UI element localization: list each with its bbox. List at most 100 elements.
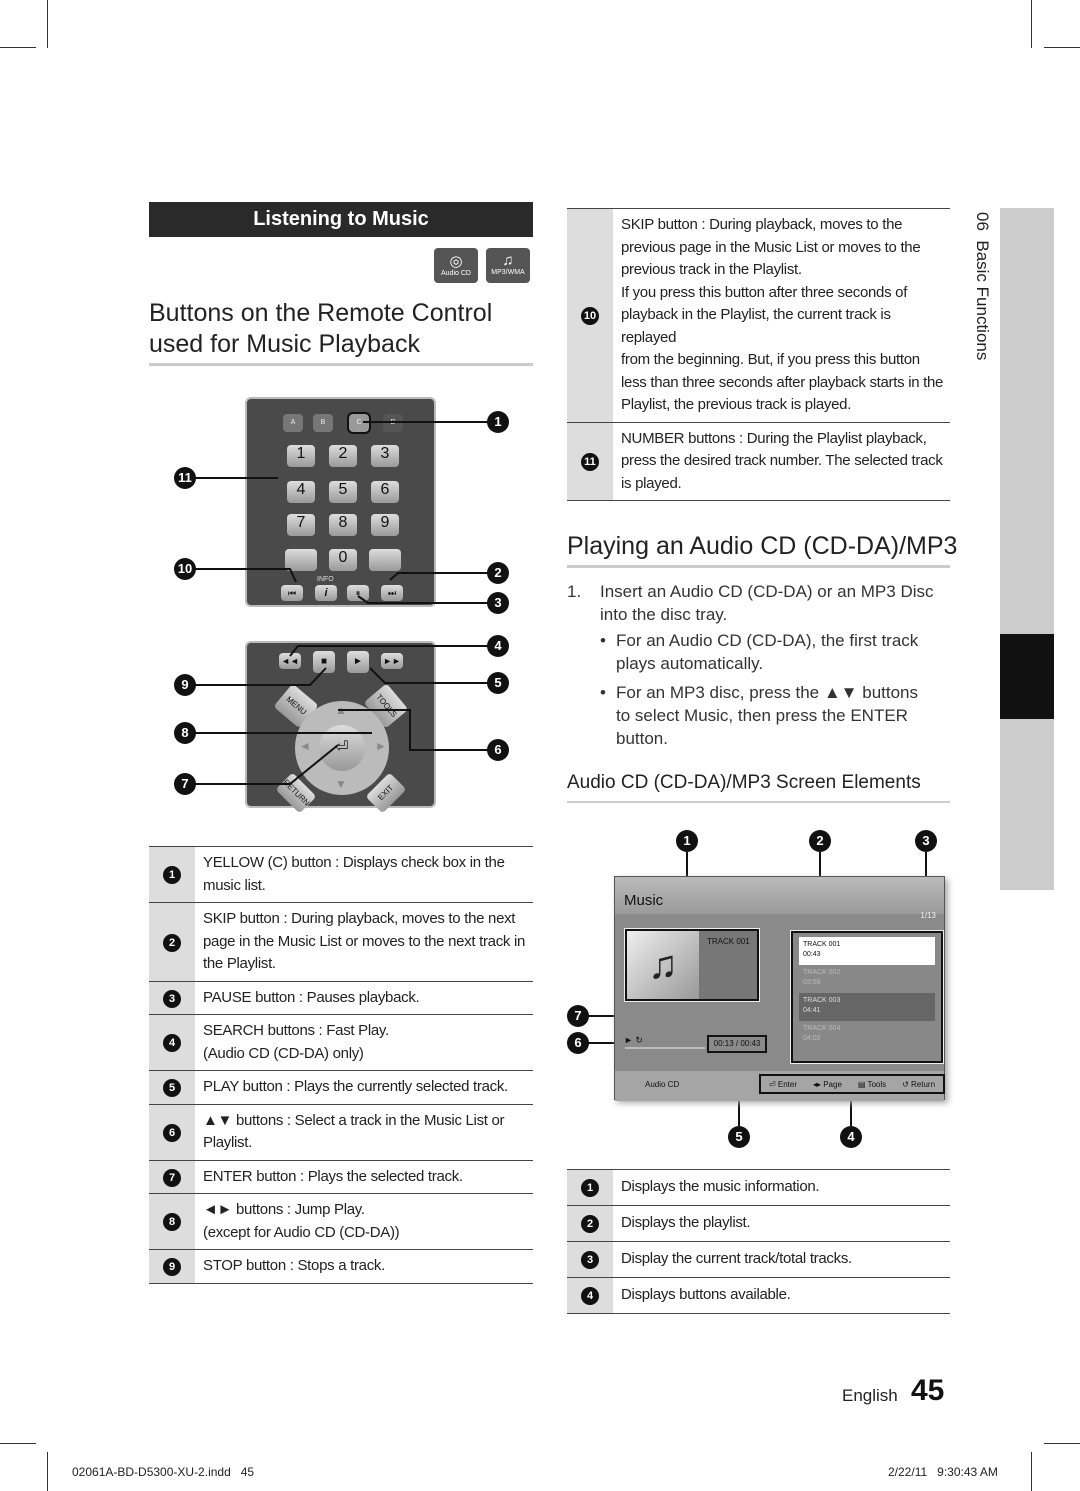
right-button-table: 10 SKIP button : During playback, moves t…: [567, 208, 950, 501]
row-number: 4: [581, 1287, 599, 1306]
callout-6: 6: [487, 739, 509, 761]
row-number: 2: [581, 1215, 599, 1234]
row-text: ▲▼ buttons : Select a track in the Music…: [203, 1111, 505, 1129]
row-number: 5: [163, 1079, 181, 1097]
callout-10: 10: [174, 558, 196, 580]
row-text: Displays the music information.: [621, 1178, 820, 1196]
callout-1: 1: [487, 411, 509, 433]
callout-8: 8: [174, 722, 196, 744]
row-text: music list.: [203, 876, 266, 894]
row-text: STOP button : Stops a track.: [203, 1257, 385, 1274]
callout-4: 4: [487, 635, 509, 657]
table-row: 9 STOP button : Stops a track.: [149, 1249, 533, 1284]
row-text: Displays the playlist.: [621, 1214, 751, 1232]
callout-5: 5: [487, 672, 509, 694]
divider: [567, 565, 950, 568]
left-button-table: 1 YELLOW (C) button : Displays check box …: [149, 846, 533, 1284]
row-text: Displays buttons available.: [621, 1286, 791, 1304]
callout-9: 9: [174, 674, 196, 696]
row-number: 8: [163, 1213, 181, 1232]
playlist-item: TRACK 002 03:56: [803, 969, 841, 986]
table-row: 4 SEARCH buttons : Fast Play. (Audio CD (C…: [149, 1014, 533, 1071]
callout-3: 3: [915, 830, 937, 852]
row-number: 11: [581, 453, 599, 471]
callout-2: 2: [487, 562, 509, 584]
table-row: 6 ▲▼ buttons : Select a track in the Musi…: [149, 1103, 533, 1161]
table-row: 3 PAUSE button : Pauses playback.: [149, 980, 533, 1015]
playlist-item: TRACK 001 00:43: [799, 937, 935, 965]
row-number: 3: [163, 989, 181, 1008]
row-text: SKIP button : During playback, moves to …: [621, 216, 903, 233]
callout-5: 5: [728, 1126, 750, 1148]
side-tab-marker: [1000, 634, 1054, 719]
callout-7: 7: [174, 773, 196, 795]
row-text: previous track in the Playlist.: [621, 261, 802, 278]
row-text: ◄► buttons : Jump Play.: [203, 1201, 365, 1218]
footer-language: English: [842, 1386, 898, 1405]
row-number: 2: [163, 933, 181, 952]
playlist-item: TRACK 004 04:02: [803, 1025, 841, 1042]
table-row: 8 ◄► buttons : Jump Play. (except for Audi…: [149, 1193, 533, 1250]
bullet-item: • For an Audio CD (CD-DA), the first trac…: [600, 631, 919, 673]
callout-11: 11: [174, 467, 196, 489]
row-text: If you press this button after three sec…: [621, 283, 908, 301]
table-row: 1 YELLOW (C) button : Displays check box …: [149, 846, 533, 903]
row-text: is played.: [621, 474, 682, 492]
row-number: 1: [581, 1179, 599, 1198]
row-text: Playlist.: [203, 1134, 252, 1151]
row-text: NUMBER buttons : During the Playlist pla…: [621, 429, 927, 447]
row-text: less than three seconds after playback s…: [621, 373, 944, 391]
row-number: 9: [163, 1258, 181, 1276]
footer-filename: 02061A-BD-D5300-XU-2.indd 45: [72, 1465, 255, 1479]
row-text: from the beginning. But, if you press th…: [621, 351, 920, 368]
callout-4: 4: [840, 1126, 862, 1148]
row-text: page in the Music List or moves to the n…: [203, 932, 526, 950]
row-text: the Playlist.: [203, 955, 276, 972]
step-1: 1. Insert an Audio CD (CD-DA) or an MP3 …: [567, 582, 934, 624]
footer-date: 2/22/11 9:30:43 AM: [888, 1465, 998, 1479]
row-text: (Audio CD (CD-DA) only): [203, 1044, 364, 1062]
page-number: 45: [911, 1374, 945, 1407]
row-number: 4: [163, 1034, 181, 1053]
row-number: 10: [581, 307, 599, 325]
row-number: 7: [163, 1168, 181, 1187]
row-number: 6: [163, 1123, 181, 1142]
side-tab: [1000, 208, 1054, 890]
table-row: 4 Displays buttons available.: [567, 1277, 950, 1314]
music-screen-illustration: Music 1/13 ♫ TRACK 001 ► ↻ 00:13 / 00:43…: [614, 876, 945, 1101]
section-title: Playing an Audio CD (CD-DA)/MP3: [567, 532, 958, 560]
row-text: YELLOW (C) button : Displays check box i…: [203, 854, 505, 871]
callout-2: 2: [809, 830, 831, 852]
row-text: playback in the Playlist, the current tr…: [621, 306, 891, 346]
table-row: 10 SKIP button : During playback, moves t…: [567, 208, 950, 423]
callout-6: 6: [567, 1032, 589, 1054]
row-number: 3: [581, 1251, 599, 1270]
table-row: 1 Displays the music information.: [567, 1169, 950, 1206]
row-text: Playlist, the previous track is played.: [621, 396, 852, 413]
callout-3: 3: [487, 592, 509, 614]
table-row: 3 Display the current track/total tracks.: [567, 1241, 950, 1278]
playlist-item: TRACK 003 04:41: [799, 993, 935, 1021]
table-row: 7 ENTER button : Plays the selected track…: [149, 1159, 533, 1194]
row-text: press the desired track number. The sele…: [621, 452, 943, 469]
table-row: 11 NUMBER buttons : During the Playlist p…: [567, 421, 950, 501]
callout-7: 7: [567, 1005, 589, 1027]
row-text: ENTER button : Plays the selected track.: [203, 1167, 463, 1185]
table-row: 2 Displays the playlist.: [567, 1205, 950, 1242]
row-text: SEARCH buttons : Fast Play.: [203, 1022, 389, 1039]
row-text: SKIP button : During playback, moves to …: [203, 910, 516, 927]
row-text: previous page in the Music List or moves…: [621, 238, 921, 256]
subsection-title: Audio CD (CD-DA)/MP3 Screen Elements: [567, 772, 921, 793]
table-row: 5 PLAY button : Plays the currently selec…: [149, 1070, 533, 1105]
screen-elements-table: 1 Displays the music information. 2 Display…: [567, 1169, 950, 1314]
row-text: Display the current track/total tracks.: [621, 1250, 852, 1268]
bullet-item: • For an MP3 disc, press the ▲▼ buttons to…: [600, 683, 918, 748]
table-row: 2 SKIP button : During playback, moves to…: [149, 902, 533, 982]
row-number: 1: [163, 866, 181, 885]
divider: [567, 801, 950, 803]
row-text: PAUSE button : Pauses playback.: [203, 988, 420, 1006]
row-text: (except for Audio CD (CD-DA)): [203, 1223, 400, 1241]
enter-icon: ⏎ Enter: [768, 1079, 798, 1089]
row-text: PLAY button : Plays the currently select…: [203, 1078, 508, 1095]
callout-1: 1: [676, 830, 698, 852]
